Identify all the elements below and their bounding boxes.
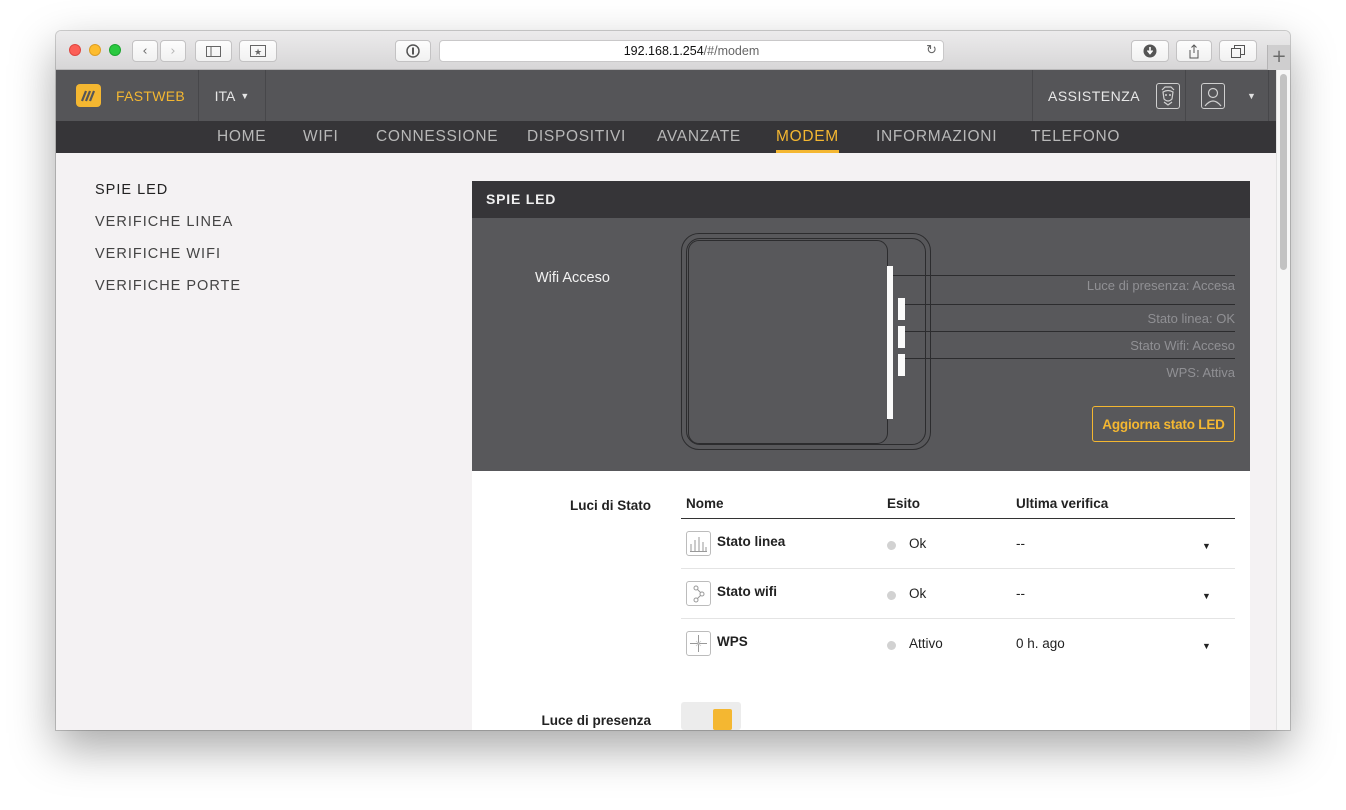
row-name-wps: WPS [717, 634, 748, 649]
fastweb-logo-icon [76, 84, 101, 107]
url-host: 192.168.1.254 [623, 44, 704, 58]
browser-toolbar: ‹ › ★ 192.168.1.254/#/modem ↻ + [56, 31, 1290, 70]
line-led [898, 298, 905, 320]
led-label-wifi: Stato Wifi: Acceso [1130, 338, 1235, 353]
minimize-window-button[interactable] [89, 44, 101, 56]
scrollbar-thumb[interactable] [1280, 74, 1287, 270]
new-tab-icon[interactable]: + [1267, 45, 1290, 70]
wps-icon [686, 631, 711, 656]
user-icon [1201, 82, 1225, 109]
led-label-presence: Luce di presenza: Accesa [1086, 278, 1235, 293]
nav-dispositivi[interactable]: DISPOSITIVI [527, 121, 626, 153]
browser-window: ‹ › ★ 192.168.1.254/#/modem ↻ + FASTWEB … [56, 31, 1290, 730]
refresh-led-status-button[interactable]: Aggiorna stato LED [1092, 406, 1235, 442]
modem-illustration-area: Wifi Acceso Luce di presenza: Accesa Sta… [472, 218, 1250, 471]
line-chart-icon [686, 531, 711, 556]
svg-text:★: ★ [254, 48, 262, 57]
wifi-branch-icon [686, 581, 711, 606]
nav-modem[interactable]: MODEM [776, 121, 839, 153]
toggle-knob [713, 709, 732, 730]
user-menu[interactable]: ▼ [1187, 70, 1269, 121]
nav-informazioni[interactable]: INFORMAZIONI [876, 121, 997, 153]
zoom-window-button[interactable] [109, 44, 121, 56]
sidebar-icon[interactable] [195, 40, 232, 62]
column-header-esito: Esito [887, 496, 921, 511]
row-name-stato-linea: Stato linea [717, 534, 786, 549]
tabs-icon[interactable] [1219, 40, 1257, 62]
reader-icon[interactable] [395, 40, 431, 62]
presence-light-toggle[interactable] [681, 702, 741, 730]
chevron-down-icon[interactable]: ▼ [1202, 641, 1211, 651]
row-last-wps: 0 h. ago [1016, 636, 1065, 651]
nav-avanzate[interactable]: AVANZATE [657, 121, 741, 153]
led-label-wps: WPS: Attiva [1166, 365, 1235, 380]
row-esito-wps: Attivo [909, 636, 943, 651]
status-dot [887, 591, 896, 600]
wifi-status: Wifi Acceso [535, 270, 610, 286]
sidebar-item-verifiche-linea[interactable]: VERIFICHE LINEA [95, 214, 233, 230]
chevron-down-icon: ▼ [1247, 90, 1256, 101]
column-header-nome: Nome [686, 496, 724, 511]
presence-led [887, 266, 893, 419]
brand[interactable]: FASTWEB [56, 70, 199, 121]
row-esito-stato-linea: Ok [909, 536, 927, 551]
sidebar-item-spie-led[interactable]: SPIE LED [95, 182, 168, 198]
nav-home[interactable]: HOME [217, 121, 266, 153]
app-header: FASTWEB ITA ▼ ASSISTENZA ▼ [56, 70, 1276, 121]
language-selector[interactable]: ITA ▼ [199, 70, 266, 121]
presence-label: Luce di presenza [541, 713, 651, 728]
download-icon[interactable] [1131, 40, 1169, 62]
sidebar-item-verifiche-wifi[interactable]: VERIFICHE WIFI [95, 246, 221, 262]
share-icon[interactable] [1176, 40, 1212, 62]
bookmarks-icon[interactable]: ★ [239, 40, 277, 62]
nav-connessione[interactable]: CONNESSIONE [376, 121, 498, 153]
status-section-label: Luci di Stato [570, 498, 651, 513]
url-path: /#/modem [703, 44, 760, 58]
led-label-line: Stato linea: OK [1147, 311, 1235, 326]
assistance-icon [1156, 82, 1181, 109]
row-last-stato-linea: -- [1016, 536, 1025, 551]
assistance-label: ASSISTENZA [1048, 87, 1141, 104]
spie-led-panel: SPIE LED Wifi Acceso Luce di presenza: A… [472, 181, 1250, 730]
wifi-led [898, 326, 905, 348]
reload-icon[interactable]: ↻ [926, 43, 937, 58]
brand-name: FASTWEB [116, 87, 185, 104]
address-bar[interactable]: 192.168.1.254/#/modem ↻ [439, 40, 944, 62]
nav-telefono[interactable]: TELEFONO [1031, 121, 1120, 153]
vertical-scrollbar[interactable] [1276, 70, 1290, 730]
assistance-button[interactable]: ASSISTENZA [1032, 70, 1186, 121]
status-dot [887, 641, 896, 650]
panel-title: SPIE LED [472, 181, 1250, 218]
close-window-button[interactable] [69, 44, 81, 56]
row-name-stato-wifi: Stato wifi [717, 584, 777, 599]
chevron-down-icon[interactable]: ▼ [1202, 541, 1211, 551]
main-nav: HOME WIFI CONNESSIONE DISPOSITIVI AVANZA… [56, 121, 1276, 153]
status-dot [887, 541, 896, 550]
nav-wifi[interactable]: WIFI [303, 121, 339, 153]
chevron-down-icon[interactable]: ▼ [1202, 591, 1211, 601]
language-label: ITA [214, 87, 236, 104]
chevron-down-icon: ▼ [240, 90, 250, 101]
row-last-stato-wifi: -- [1016, 586, 1025, 601]
row-esito-stato-wifi: Ok [909, 586, 927, 601]
forward-icon[interactable]: › [160, 40, 186, 62]
column-header-ultima-verifica: Ultima verifica [1016, 496, 1109, 511]
sidebar-item-verifiche-porte[interactable]: VERIFICHE PORTE [95, 278, 241, 294]
wps-led [898, 354, 905, 376]
back-icon[interactable]: ‹ [132, 40, 158, 62]
modem-front [688, 240, 888, 444]
